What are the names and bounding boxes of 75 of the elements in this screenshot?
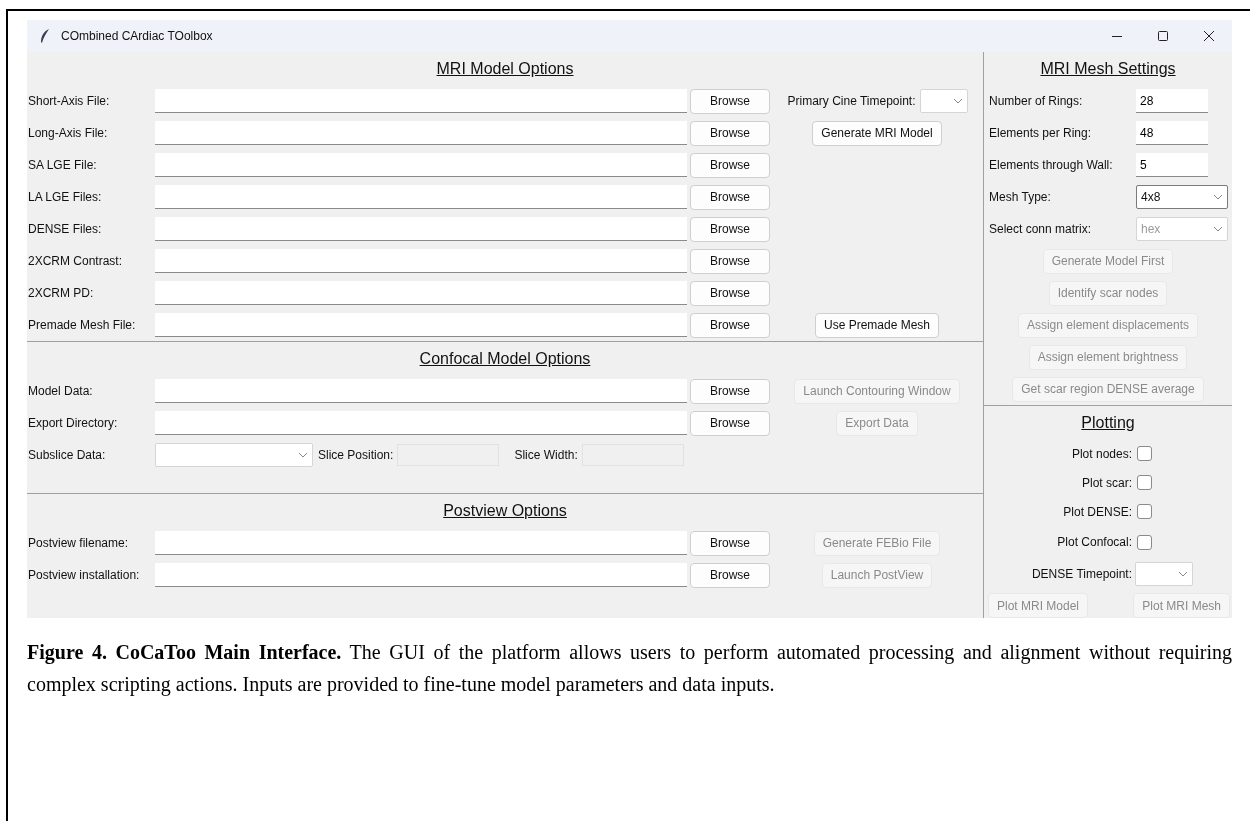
checkbox-label: Plot DENSE: [1063, 504, 1132, 519]
field-label: Subslice Data: [27, 448, 107, 462]
section-heading: Plotting [1081, 413, 1135, 432]
field-label: Premade Mesh File: [27, 318, 137, 332]
field-label: DENSE Timepoint: [1031, 567, 1132, 581]
dropdown[interactable]: 4x8 [1136, 185, 1228, 209]
number-input-field[interactable]: 48 [1136, 121, 1208, 145]
field-label: Postview installation: [27, 568, 141, 582]
field-label: Export Directory: [27, 416, 119, 430]
number-input-field[interactable]: 28 [1136, 89, 1208, 113]
checkbox[interactable] [1137, 504, 1152, 519]
browse-button[interactable]: Browse [690, 410, 770, 436]
field-label: SA LGE File: [27, 158, 98, 172]
section-heading: Confocal Model Options [419, 349, 591, 368]
path-input-field[interactable] [155, 249, 687, 273]
feather-icon [39, 28, 51, 44]
field-label: Slice Position: [317, 448, 394, 462]
browse-button[interactable]: Browse [690, 152, 770, 178]
field-label: Primary Cine Timepoint: [786, 94, 916, 108]
field-label: Long-Axis File: [27, 126, 109, 140]
maximize-icon[interactable] [1157, 30, 1169, 42]
chevron-down-icon [1178, 571, 1188, 577]
checkbox[interactable] [1137, 446, 1152, 461]
field-label: 2XCRM PD: [27, 286, 95, 300]
browse-button[interactable]: Browse [690, 88, 770, 114]
field-label: Postview filename: [27, 536, 130, 550]
field-label: Elements through Wall: [988, 158, 1114, 172]
field-label: Elements per Ring: [988, 126, 1093, 140]
field-label: Select conn matrix: [988, 222, 1093, 236]
section-heading: MRI Model Options [436, 59, 574, 78]
path-input-field[interactable] [155, 121, 687, 145]
chevron-down-icon [1213, 194, 1223, 200]
browse-button[interactable]: Browse [690, 184, 770, 210]
window-title: COmbined CArdiac TOolbox [61, 29, 214, 43]
path-input-field[interactable] [155, 89, 687, 113]
section-heading: Postview Options [443, 501, 567, 520]
field-label: LA LGE Files: [27, 190, 103, 204]
field-label: Number of Rings: [988, 94, 1084, 108]
checkbox-label: Plot nodes: [1071, 446, 1132, 461]
path-input-field[interactable] [155, 411, 687, 435]
field-label: DENSE Files: [27, 222, 103, 236]
path-input-field[interactable] [155, 313, 687, 337]
number-input-field[interactable]: 5 [1136, 153, 1208, 177]
field-label: 2XCRM Contrast: [27, 254, 124, 268]
field-label: Mesh Type: [988, 190, 1052, 204]
path-input-field[interactable] [155, 185, 687, 209]
chevron-down-icon [1213, 226, 1223, 232]
browse-button[interactable]: Browse [690, 280, 770, 306]
browse-button[interactable]: Browse [690, 120, 770, 146]
field-label: Slice Width: [513, 448, 578, 462]
checkbox-label: Plot scar: [1082, 475, 1132, 490]
checkbox[interactable] [1137, 534, 1152, 550]
close-icon[interactable] [1203, 30, 1215, 42]
path-input-field[interactable] [155, 563, 687, 587]
browse-button[interactable]: Browse [690, 248, 770, 274]
browse-button[interactable]: Browse [690, 562, 770, 588]
browse-button[interactable]: Browse [690, 312, 770, 338]
browse-button[interactable]: Browse [690, 530, 770, 556]
chevron-down-icon [298, 452, 308, 458]
field-label: Model Data: [27, 384, 94, 398]
path-input-field[interactable] [155, 379, 687, 403]
path-input-field[interactable] [155, 153, 687, 177]
chevron-down-icon [952, 98, 963, 104]
checkbox-label: Plot Confocal: [1057, 535, 1132, 549]
browse-button[interactable]: Browse [690, 216, 770, 242]
path-input-field[interactable] [155, 281, 687, 305]
path-input-field[interactable] [155, 531, 687, 555]
action-button[interactable]: Use Premade Mesh [814, 312, 939, 338]
browse-button[interactable]: Browse [690, 378, 770, 404]
path-input-field[interactable] [155, 217, 687, 241]
section-heading: MRI Mesh Settings [1040, 59, 1176, 78]
field-label: Short-Axis File: [27, 94, 111, 108]
figure-caption: Figure 4. CoCaToo Main Interface. The GUI of the platform allows users to perform automated processing and alignment without requiring complex scripting actions. Inputs are provided to fine-tune model parameters and data inputs. [27, 640, 1232, 698]
checkbox[interactable] [1137, 475, 1152, 490]
action-button[interactable]: Generate MRI Model [812, 120, 942, 146]
